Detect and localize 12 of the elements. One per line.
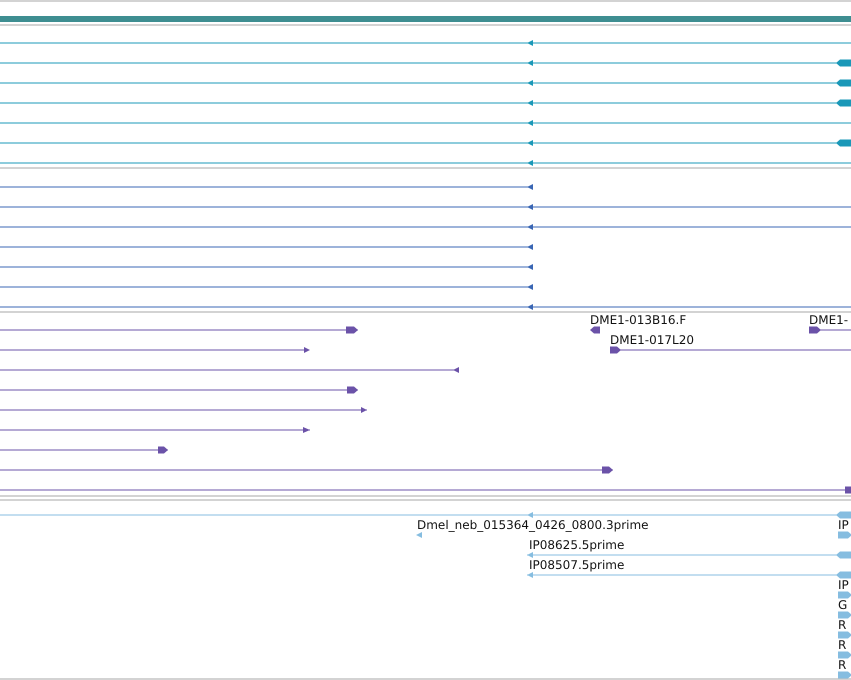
feature-label: IP xyxy=(838,578,849,592)
feature-label: DME1-013B16.F xyxy=(590,313,686,327)
feature-label: DME1- xyxy=(809,313,848,327)
feature-label: G xyxy=(838,598,848,612)
feature-label: Dmel_neb_015364_0426_0800.3prime xyxy=(417,518,649,532)
feature-label: R xyxy=(838,638,846,652)
feature-label: DME1-017L20 xyxy=(610,333,694,347)
feature-label: IP08507.5prime xyxy=(529,558,624,572)
feature-label: IP xyxy=(838,518,849,532)
feature-label: R xyxy=(838,618,846,632)
feature-label: IP08625.5prime xyxy=(529,538,624,552)
feature-label: R xyxy=(838,658,846,672)
